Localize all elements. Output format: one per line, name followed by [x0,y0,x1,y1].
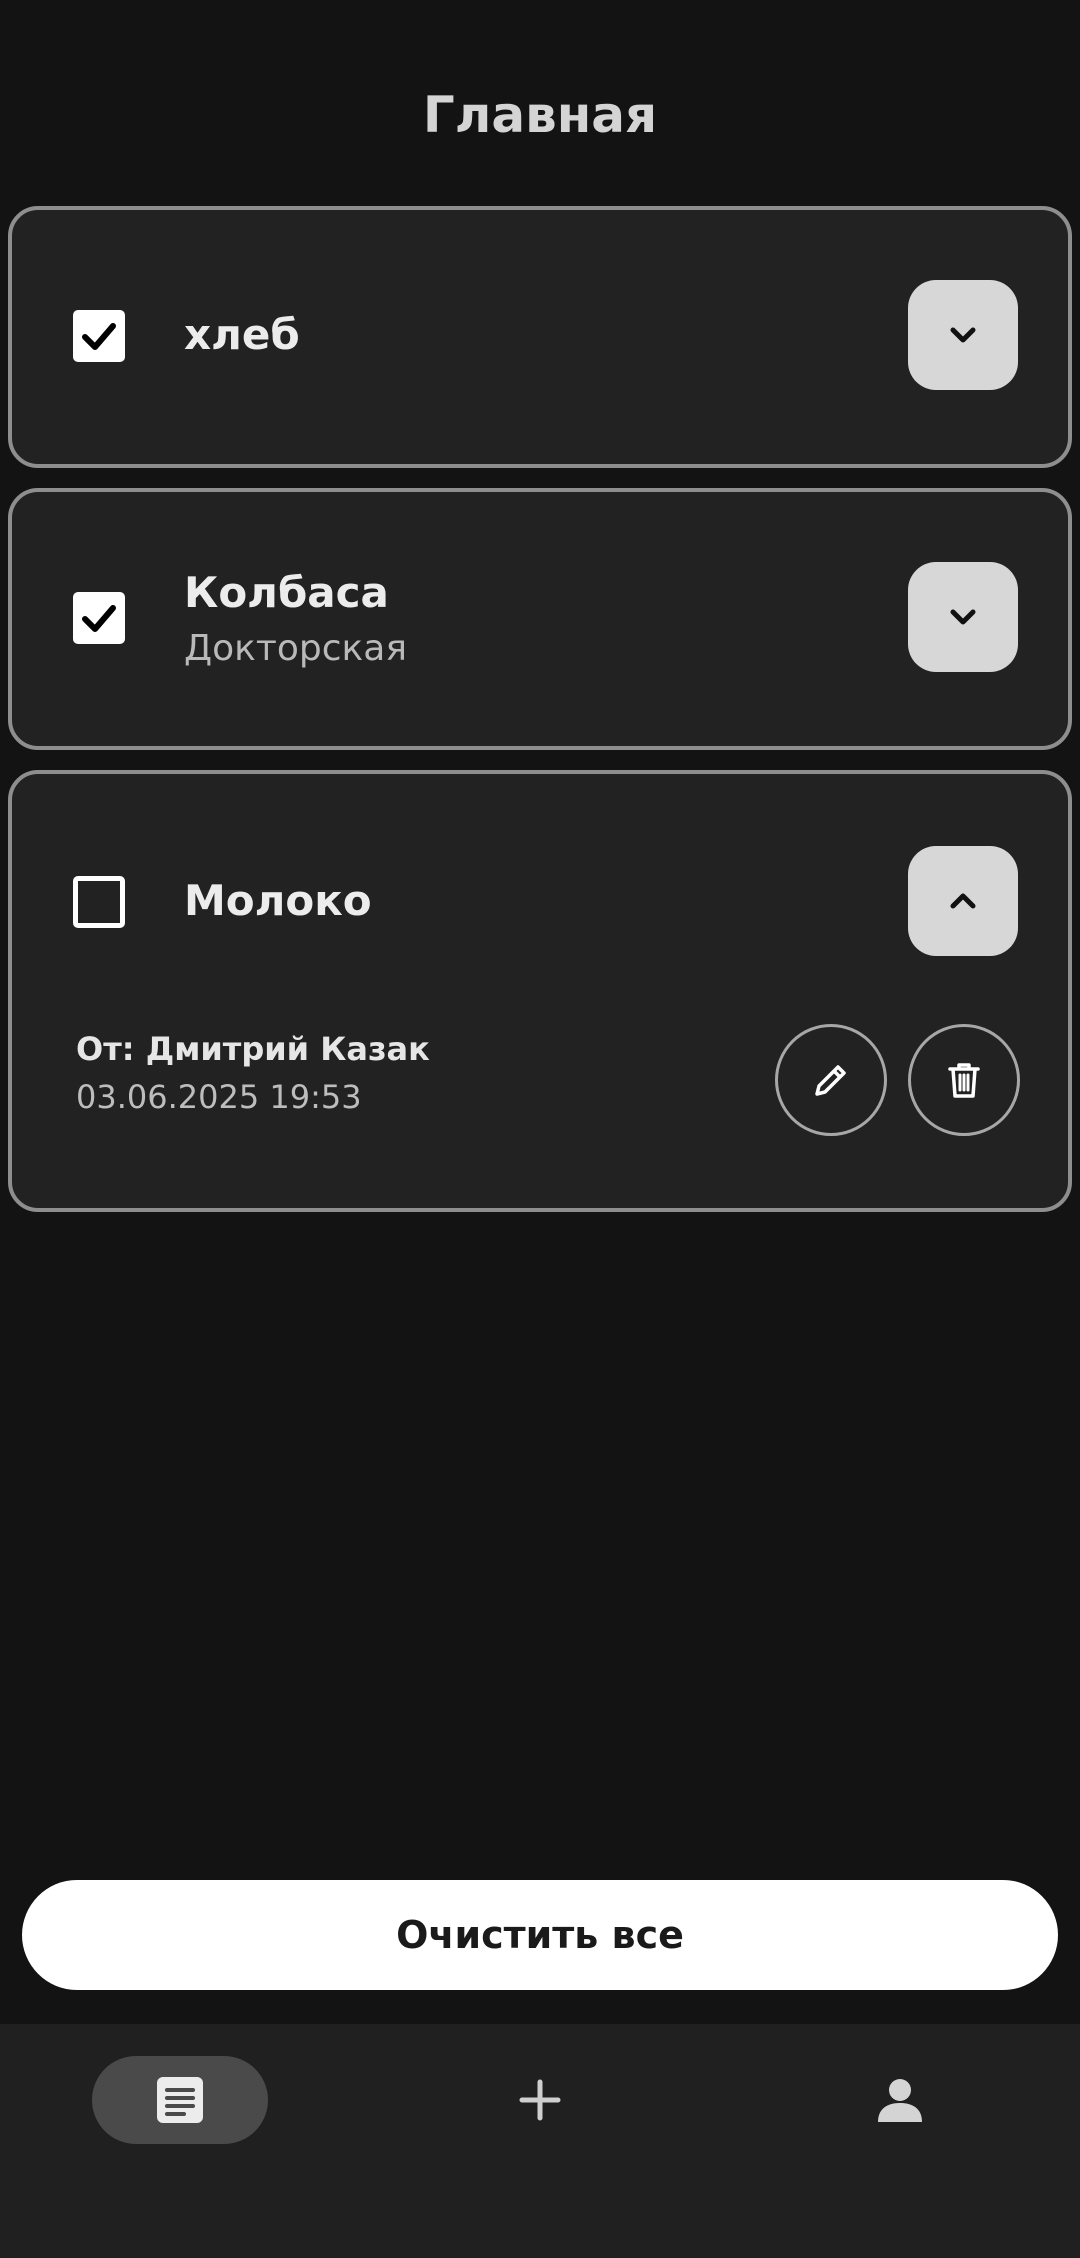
item-author: От: Дмитрий Казак [76,1030,430,1068]
delete-button[interactable] [908,1024,1020,1136]
chevron-up-icon [950,893,976,909]
nav-profile[interactable] [856,2056,944,2144]
chevron-down-icon [950,609,976,625]
clear-all-button[interactable]: Очистить все [22,1880,1058,1990]
nav-add[interactable] [496,2056,584,2144]
trash-icon [948,1063,980,1098]
edit-button[interactable] [775,1024,887,1136]
pencil-icon [815,1065,846,1096]
check-icon [82,605,116,632]
main-screen: Главная хлеб Колбаса Докторская Молоко О… [0,0,1080,2258]
check-icon [82,323,116,350]
item-title: хлеб [184,310,300,359]
person-icon [878,2079,922,2122]
collapse-button[interactable] [908,846,1018,956]
item-title: Колбаса [184,568,389,617]
checkbox-checked[interactable] [73,310,125,362]
item-subtitle: Докторская [184,628,407,669]
chevron-down-icon [950,327,976,343]
page-title: Главная [422,86,658,144]
checkbox-checked[interactable] [73,592,125,644]
list-item: Колбаса Докторская [8,488,1072,750]
checkbox-unchecked[interactable] [73,876,125,928]
bottom-navigation [0,2024,1080,2258]
item-timestamp: 03.06.2025 19:53 [76,1078,362,1116]
nav-list[interactable] [92,2056,268,2144]
plus-icon [519,2079,561,2121]
list-icon [157,2077,203,2123]
list-item-expanded: Молоко От: Дмитрий Казак 03.06.2025 19:5… [8,770,1072,1212]
list-item: хлеб [8,206,1072,468]
expand-button[interactable] [908,280,1018,390]
item-title: Молоко [184,876,372,925]
expand-button[interactable] [908,562,1018,672]
